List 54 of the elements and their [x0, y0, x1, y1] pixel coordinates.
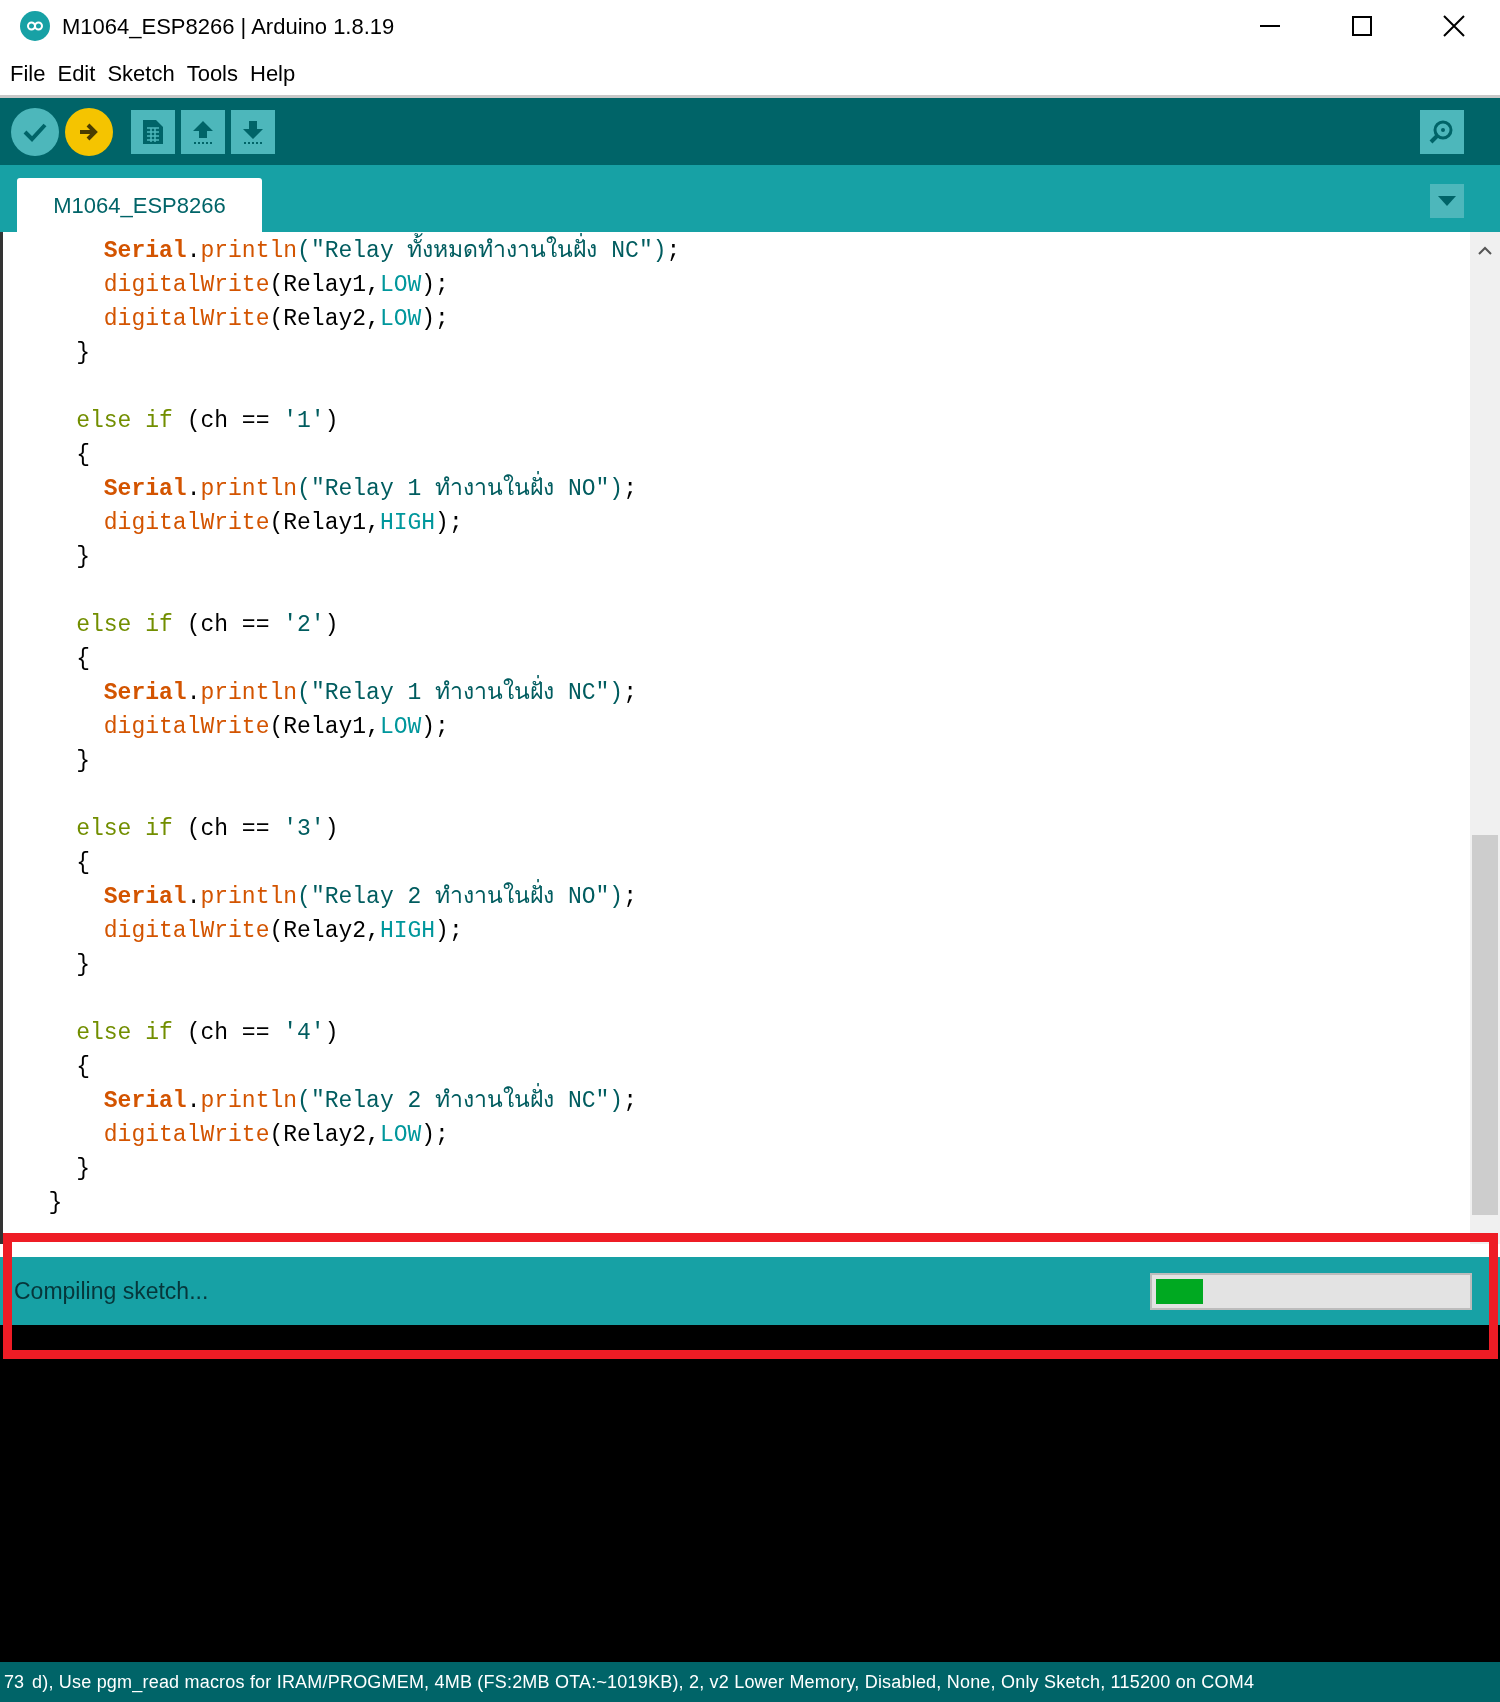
checkmark-icon — [23, 121, 47, 142]
code-line: } — [47, 1189, 63, 1218]
maximize-icon — [1352, 16, 1372, 36]
menu-item[interactable]: File — [4, 57, 52, 90]
code-line: { — [75, 1053, 90, 1082]
code-line: digitalWrite(Relay2,HIGH); — [102, 917, 463, 946]
caret-icon — [1438, 196, 1456, 206]
code-line: { — [75, 645, 90, 674]
up-arrow-icon — [191, 118, 215, 145]
code-line: digitalWrite(Relay2,LOW); — [102, 305, 449, 334]
code-line: Serial.println("Relay 2 ทำงานในฝั่ง NO"); — [21, 880, 637, 914]
menu-item[interactable]: Edit — [51, 57, 102, 90]
status-message: Compiling sketch... — [14, 1276, 209, 1306]
code-line: Serial.println("Relay 1 ทำงานในฝั่ง NC"); — [21, 676, 637, 710]
menu-item[interactable]: Help — [244, 57, 302, 90]
minimize-icon — [1260, 25, 1280, 27]
code-line: Serial.println("Relay 1 ทำงานในฝั่ง NO"); — [21, 472, 637, 506]
scroll-up-icon — [1478, 246, 1492, 255]
code-line: digitalWrite(Relay1,HIGH); — [102, 509, 463, 538]
code-line: digitalWrite(Relay2,LOW); — [102, 1121, 449, 1150]
close-icon — [1443, 15, 1465, 37]
new-button[interactable] — [131, 109, 175, 154]
upload-button[interactable] — [65, 107, 113, 156]
code-line: } — [75, 1155, 90, 1184]
board-info: d), Use pgm_read macros for IRAM/PROGMEM, 4MB (FS:2MB OTA:~1019KB), 2, v2 Lower Memory, Disabled, None, Only Sketch, 115200 on COM4 — [32, 1670, 1255, 1695]
code-line: digitalWrite(Relay1,LOW); — [102, 271, 449, 300]
code-line: else if (ch == '3') — [75, 815, 339, 844]
code-line: else if (ch == '1') — [75, 407, 339, 436]
code-line: { — [75, 441, 90, 470]
code-line: else if (ch == '4') — [75, 1019, 339, 1048]
code-line: } — [75, 543, 90, 572]
app-logo-icon — [20, 11, 50, 41]
menu-item[interactable]: Tools — [180, 57, 244, 90]
line-number: 73 — [4, 1670, 25, 1694]
code-line: } — [75, 339, 90, 368]
scrollbar[interactable] — [1470, 232, 1500, 1244]
tab-menu-button[interactable] — [1430, 184, 1464, 218]
serial-monitor-button[interactable] — [1420, 109, 1464, 154]
verify-button[interactable] — [11, 107, 59, 156]
code-line: Serial.println("Relay ทั้งหมดทำงานในฝั่ง NC"); — [21, 234, 681, 268]
menu-item[interactable]: Sketch — [101, 57, 181, 90]
save-button[interactable] — [231, 109, 275, 154]
right-arrow-icon — [78, 121, 100, 142]
down-arrow-icon — [241, 118, 265, 145]
open-button[interactable] — [181, 109, 225, 154]
window-title: M1064_ESP8266 | Arduino 1.8.19 — [62, 12, 395, 41]
sketch-tab[interactable]: M1064_ESP8266 — [17, 178, 262, 232]
document-icon — [142, 118, 164, 145]
code-line: } — [75, 747, 90, 776]
code-line: digitalWrite(Relay1,LOW); — [102, 713, 449, 742]
code-line: Serial.println("Relay 2 ทำงานในฝั่ง NC"); — [21, 1084, 637, 1118]
code-line: } — [75, 951, 90, 980]
code-line: else if (ch == '2') — [75, 611, 339, 640]
code-line: { — [75, 849, 90, 878]
